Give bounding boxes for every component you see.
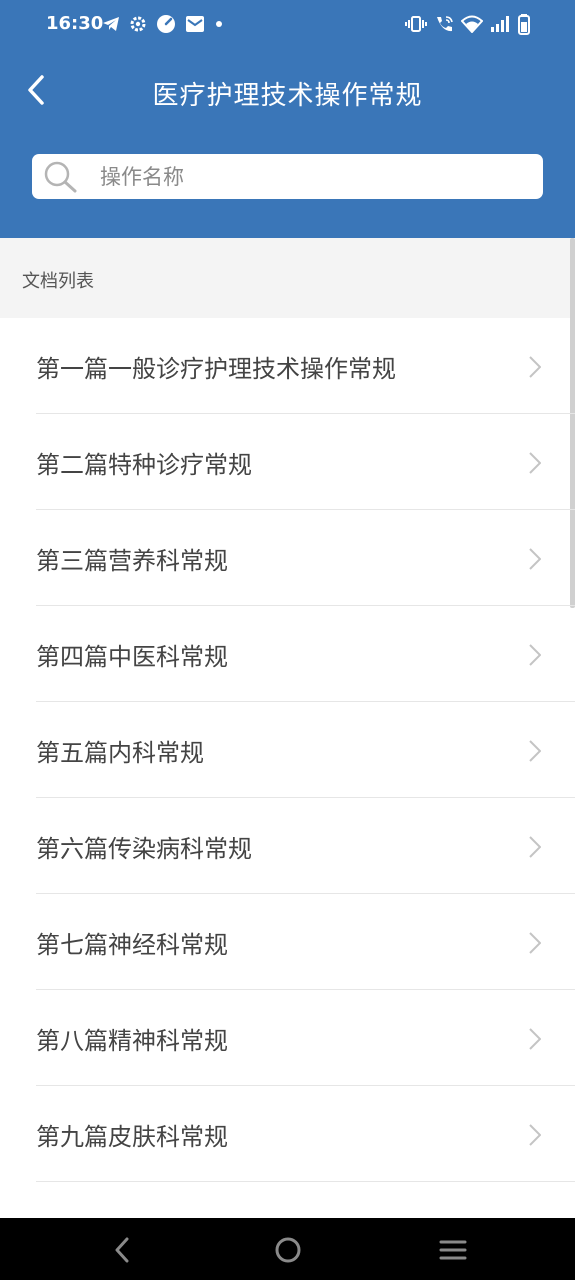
chevron-right-icon xyxy=(529,1028,542,1054)
chevron-right-icon xyxy=(529,548,542,574)
settings-icon xyxy=(129,15,147,33)
chevron-right-icon xyxy=(529,932,542,958)
list-item-label: 第二篇特种诊疗常规 xyxy=(36,451,252,479)
signal-icon xyxy=(490,15,510,33)
list-item[interactable]: 第七篇神经科常规 xyxy=(0,894,575,990)
chevron-right-icon xyxy=(529,740,542,766)
list-item[interactable]: 第八篇精神科常规 xyxy=(0,990,575,1086)
home-nav-icon[interactable] xyxy=(270,1232,306,1268)
search-box[interactable] xyxy=(32,154,543,199)
chevron-right-icon xyxy=(529,452,542,478)
speedometer-icon xyxy=(156,14,176,34)
status-time: 16:30 xyxy=(46,13,104,34)
list-item-label: 第七篇神经科常规 xyxy=(36,931,228,959)
vibrate-icon xyxy=(405,15,427,33)
dot-icon xyxy=(214,19,224,29)
app-header: 16:30 医疗护理技术操作常规 操作名称 xyxy=(0,0,575,238)
wifi-icon xyxy=(461,15,483,33)
section-title: 文档列表 xyxy=(22,271,94,292)
page-title: 医疗护理技术操作常规 xyxy=(152,81,423,111)
back-nav-icon[interactable] xyxy=(104,1232,140,1268)
list-item-label: 第八篇精神科常规 xyxy=(36,1027,228,1055)
chevron-right-icon xyxy=(529,1124,542,1150)
wifi-calling-icon xyxy=(434,15,454,33)
list-item[interactable]: 第二篇特种诊疗常规 xyxy=(0,414,575,510)
document-list: 第一篇一般诊疗护理技术操作常规 第二篇特种诊疗常规 第三篇营养科常规 第四篇中医… xyxy=(0,318,575,1218)
system-navigation-bar xyxy=(0,1218,575,1280)
list-item-label: 第一篇一般诊疗护理技术操作常规 xyxy=(36,355,396,383)
list-item-label: 第四篇中医科常规 xyxy=(36,643,228,671)
telegram-icon xyxy=(102,15,120,33)
list-item[interactable]: 第六篇传染病科常规 xyxy=(0,798,575,894)
title-bar: 医疗护理技术操作常规 xyxy=(0,60,575,124)
menu-nav-icon[interactable] xyxy=(435,1232,471,1268)
list-item-label: 第三篇营养科常规 xyxy=(36,547,228,575)
list-item[interactable]: 第四篇中医科常规 xyxy=(0,606,575,702)
search-icon xyxy=(43,161,79,197)
chevron-right-icon xyxy=(529,356,542,382)
list-item[interactable]: 第一篇一般诊疗护理技术操作常规 xyxy=(0,318,575,414)
chevron-right-icon xyxy=(529,836,542,862)
mail-icon xyxy=(185,15,205,33)
status-bar: 16:30 xyxy=(0,0,575,48)
list-item-label: 第九篇皮肤科常规 xyxy=(36,1123,228,1151)
chevron-right-icon xyxy=(529,644,542,670)
list-item-label: 第五篇内科常规 xyxy=(36,739,204,767)
status-notification-icons xyxy=(102,12,224,36)
list-item[interactable]: 第五篇内科常规 xyxy=(0,702,575,798)
list-item[interactable]: 第三篇营养科常规 xyxy=(0,510,575,606)
list-item-label: 第六篇传染病科常规 xyxy=(36,835,252,863)
status-system-icons xyxy=(405,12,531,36)
battery-icon xyxy=(517,13,531,35)
section-header: 文档列表 xyxy=(0,238,575,318)
search-input[interactable] xyxy=(96,154,534,199)
list-item[interactable]: 第九篇皮肤科常规 xyxy=(0,1086,575,1182)
